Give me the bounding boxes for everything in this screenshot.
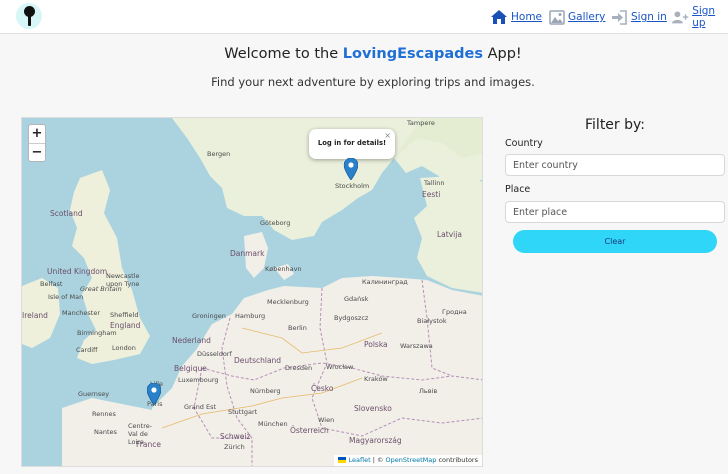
nav-signin-label: Sign in: [631, 11, 667, 23]
map-label-latvija: Latvija: [437, 230, 462, 239]
map-label-gdansk: Gdańsk: [344, 295, 369, 303]
zoom-out-button[interactable]: −: [29, 143, 45, 161]
ukraine-flag-icon: [338, 456, 347, 463]
map-label-bialystok: Białystok: [417, 317, 447, 325]
map-label-guernsey: Guernsey: [78, 390, 110, 398]
map-label-munchen: München: [258, 420, 288, 428]
map-label-france: France: [136, 440, 161, 449]
welcome-subtitle: Find your next adventure by exploring tr…: [211, 75, 535, 89]
map-label-dresden: Dresden: [285, 364, 313, 372]
map-label-cardiff: Cardiff: [76, 346, 98, 354]
map-label-luxembourg: Luxembourg: [178, 376, 219, 384]
nav-gallery-link[interactable]: Gallery: [549, 7, 605, 27]
map-label-united-kingdom: United Kingdom: [47, 267, 108, 276]
leaflet-link[interactable]: Leaflet: [348, 456, 370, 464]
map-popup: Log in for details! ×: [309, 129, 395, 170]
home-icon: [491, 10, 507, 24]
country-input[interactable]: [505, 154, 725, 176]
zoom-in-button[interactable]: +: [29, 125, 45, 143]
map-marker-icon[interactable]: [344, 158, 358, 180]
map-label-dusseldorf: Düsseldorf: [197, 350, 232, 358]
map-label-krakow: Kraków: [364, 375, 388, 383]
popup-message: Log in for details!: [317, 139, 387, 147]
clear-button[interactable]: Clear: [513, 230, 717, 253]
map-label-cesko: Česko: [311, 384, 334, 393]
map-label-rennes: Rennes: [92, 410, 116, 418]
map-attribution: Leaflet | © OpenStreetMap contributors: [334, 455, 482, 466]
country-label: Country: [505, 138, 543, 149]
map-label-bydgoszcz: Bydgoszcz: [334, 314, 369, 322]
popup-close-button[interactable]: ×: [384, 131, 391, 140]
filter-title: Filter by:: [585, 117, 645, 133]
map-label-manchester: Manchester: [62, 309, 101, 317]
welcome-prefix: Welcome to the: [224, 46, 339, 62]
osm-link[interactable]: OpenStreetMap: [386, 456, 437, 464]
nav-signup-label: Sign up: [692, 5, 716, 29]
map-label-polska: Polska: [364, 340, 388, 349]
map-label-london: London: [112, 344, 136, 352]
map-label-isle-of-man: Isle of Man: [48, 293, 84, 301]
map-label-tallinn: Tallinn: [424, 179, 445, 187]
map-label-belgique: Belgique: [174, 364, 207, 373]
map-label-nederland: Nederland: [172, 336, 211, 345]
map-label-kobenhavn: København: [265, 265, 302, 273]
map-label-hrodna: Гродна: [442, 308, 467, 316]
image-icon: [549, 9, 565, 25]
place-label: Place: [505, 184, 531, 195]
trips-map[interactable]: Tampere Bergen Stockholm Tallinn Eesti L…: [21, 117, 483, 467]
nav-home-label: Home: [511, 11, 543, 23]
map-label-great-britain: Great Britain: [80, 285, 122, 293]
map-label-lviv: Львів: [419, 387, 438, 395]
map-label-bergen: Bergen: [207, 150, 231, 158]
map-label-wroclaw: Wrocław: [326, 363, 354, 371]
map-label-nurnberg: Nürnberg: [250, 387, 281, 395]
brand-name: LovingEscapades: [342, 46, 483, 62]
map-label-scotland: Scotland: [50, 209, 83, 218]
map-label-grand-est: Grand Est: [184, 403, 217, 411]
map-label-schweiz: Schweiz: [220, 432, 251, 441]
nav-home-link[interactable]: Home: [490, 7, 542, 27]
map-label-deutschland: Deutschland: [234, 356, 282, 365]
map-label-nantes: Nantes: [94, 428, 117, 436]
map-label-ireland: Ireland: [22, 311, 48, 320]
map-label-kaliningrad: Калининград: [362, 278, 408, 286]
welcome-heading: Welcome to the LovingEscapades App!: [0, 46, 728, 62]
nav-signup-link[interactable]: Sign up: [672, 5, 728, 29]
map-marker-icon[interactable]: [147, 383, 161, 405]
map-label-slovensko: Slovensko: [354, 404, 392, 413]
nav-gallery-label: Gallery: [568, 11, 606, 23]
map-label-tampere: Tampere: [407, 119, 435, 127]
top-navbar: Home Gallery Sign in Sign up: [0, 0, 728, 34]
map-label-berlin: Berlin: [288, 324, 307, 332]
map-label-wien: Wien: [318, 416, 335, 424]
map-zoom-control: + −: [28, 124, 46, 162]
welcome-suffix: App!: [487, 46, 522, 62]
map-label-groningen: Groningen: [192, 312, 226, 320]
map-label-mecklenburg: Mecklenburg: [267, 298, 309, 306]
map-label-magyarorszag: Magyarország: [349, 436, 402, 445]
place-input[interactable]: [505, 201, 725, 223]
map-label-osterreich: Österreich: [290, 426, 329, 435]
add-user-icon: [672, 10, 689, 23]
sign-in-icon: [612, 9, 627, 25]
map-label-zurich: Zürich: [224, 443, 245, 451]
map-label-belfast: Belfast: [40, 280, 63, 288]
map-label-warszawa: Warszawa: [400, 342, 433, 350]
map-label-danmark: Danmark: [230, 249, 265, 258]
map-label-sheffield: Sheffield: [110, 311, 139, 319]
map-label-stuttgart: Stuttgart: [228, 408, 258, 416]
map-label-hamburg: Hamburg: [235, 312, 266, 320]
map-label-eesti: Eesti: [422, 190, 441, 199]
app-logo[interactable]: [16, 3, 42, 29]
map-label-stockholm: Stockholm: [335, 182, 370, 190]
map-label-birmingham: Birmingham: [77, 329, 117, 337]
map-label-goteborg: Göteborg: [260, 219, 291, 227]
nav-signin-link[interactable]: Sign in: [611, 7, 667, 27]
